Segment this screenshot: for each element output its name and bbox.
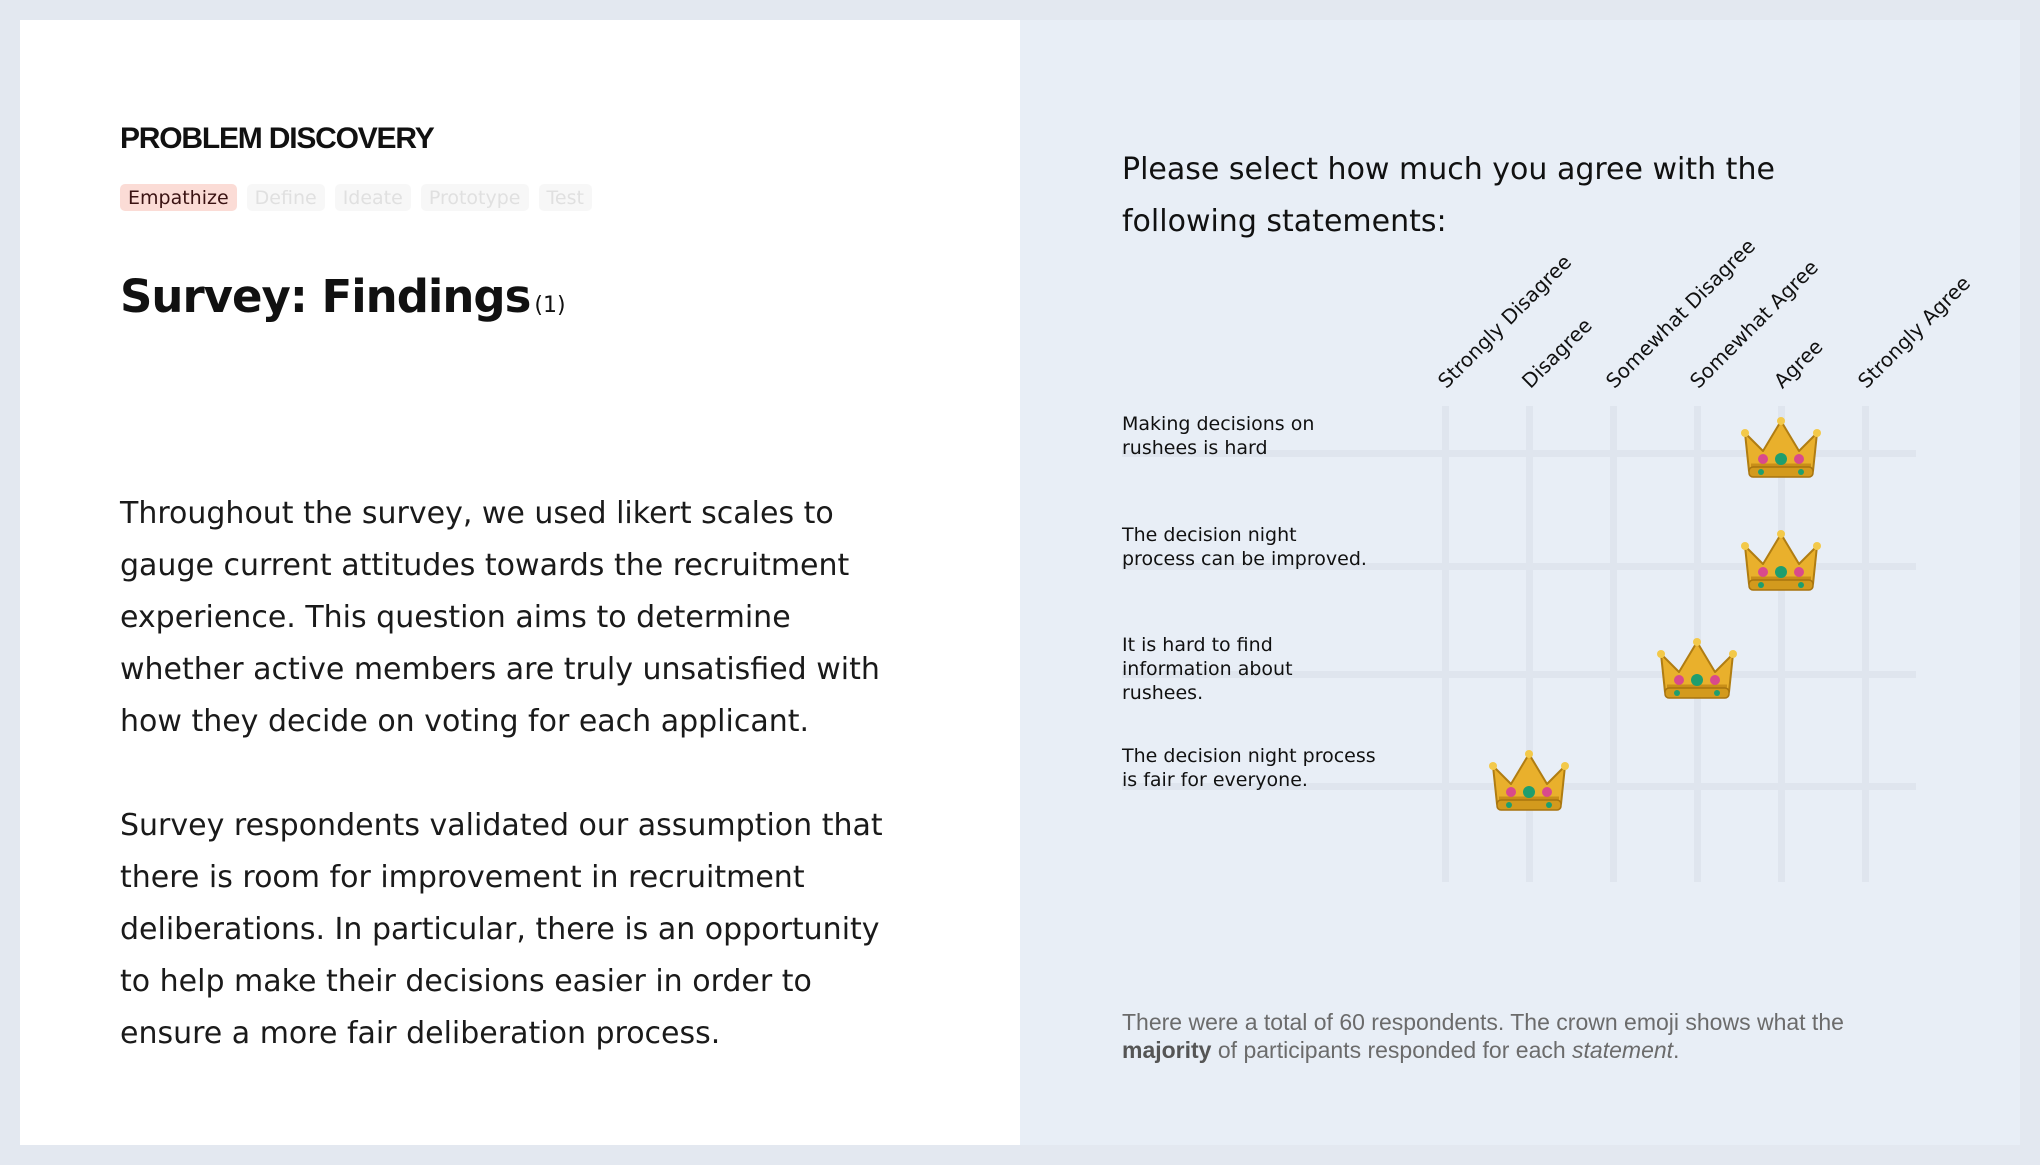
grid-column-line (1610, 406, 1617, 882)
stage-chip-empathize: Empathize (120, 184, 237, 211)
title-text: Survey: Findings (120, 270, 531, 323)
paragraph-method: Throughout the survey, we used likert sc… (120, 496, 880, 739)
right-panel: Please select how much you agree with th… (1020, 20, 2020, 1145)
statement-label: Making decisions on rushees is hard (1122, 413, 1315, 459)
grid-column-line (1862, 406, 1869, 882)
left-panel: PROBLEM DISCOVERY Empathize Define Ideate P… (20, 20, 1020, 1145)
footnote: There were a total of 60 respondents. Th… (1122, 1008, 1862, 1064)
stage-chip-ideate: Ideate (334, 184, 411, 211)
note-italic: statement (1572, 1037, 1674, 1063)
scale-label-strongly-agree: Strongly Agree (1853, 271, 1975, 393)
statement-label: The decision night process is fair for e… (1122, 745, 1376, 791)
stage-chip-prototype: Prototype (420, 184, 529, 211)
survey-question: Please select how much you agree with th… (1122, 152, 1775, 239)
stage-chip-test: Test (538, 184, 592, 211)
statement-label: It is hard to find information about rus… (1122, 634, 1293, 704)
note-part2: of participants responded for each (1211, 1037, 1573, 1063)
crown-icon (1741, 413, 1821, 483)
statement-label: The decision night process can be improv… (1122, 524, 1367, 570)
note-bold: majority (1122, 1037, 1212, 1063)
scale-label-somewhat-disagree: Somewhat Disagree (1601, 233, 1761, 393)
crown-icon (1657, 634, 1737, 704)
slide: PROBLEM DISCOVERY Empathize Define Ideate P… (20, 20, 2020, 1145)
title-note: (1) (534, 293, 566, 318)
scale-label-agree: Agree (1769, 334, 1828, 393)
stage-chip-define: Define (246, 184, 325, 211)
page-title: Survey: Findings (1) (120, 270, 566, 323)
section-eyebrow: PROBLEM DISCOVERY (120, 122, 435, 155)
note-part3: . (1673, 1037, 1680, 1063)
paragraph-result: Survey respondents validated our assumpt… (120, 808, 883, 1051)
grid-column-line (1442, 406, 1449, 882)
scale-label-disagree: Disagree (1517, 313, 1597, 393)
crown-icon (1489, 746, 1569, 816)
crown-icon (1741, 526, 1821, 596)
stage-chips: Empathize Define Ideate Prototype Test (120, 184, 592, 211)
note-part1: There were a total of 60 respondents. Th… (1122, 1009, 1844, 1035)
